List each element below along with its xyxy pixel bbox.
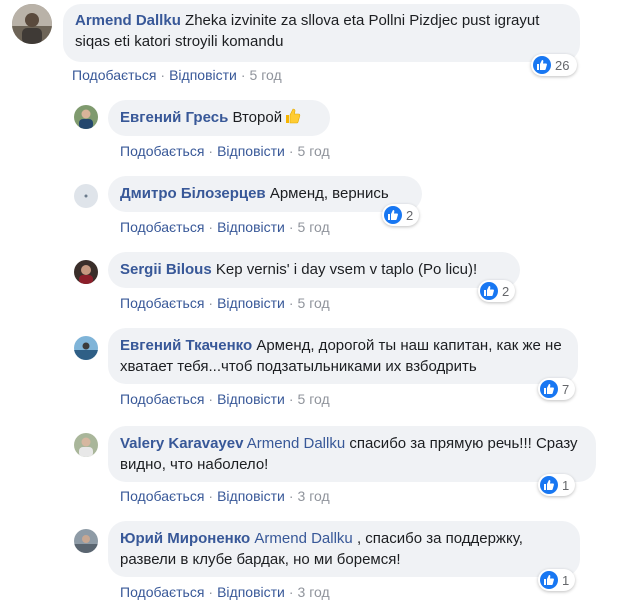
comment-bubble: Дмитро Білозерцев Арменд, вернись: [108, 176, 422, 212]
comment-author[interactable]: Armend Dallku: [75, 12, 181, 29]
reaction-count[interactable]: 26: [531, 54, 577, 76]
reply-link[interactable]: Відповісти: [217, 584, 285, 600]
comment: Sergii Bilous Kep vernis' i day vsem v t…: [0, 248, 619, 320]
separator: ·: [288, 295, 294, 311]
separator: ·: [208, 391, 214, 407]
comment-author[interactable]: Valery Karavayev: [120, 435, 243, 452]
reaction-count-value: 26: [555, 57, 570, 73]
timestamp[interactable]: 5 год: [298, 143, 330, 159]
avatar[interactable]: [74, 529, 98, 553]
reply-link[interactable]: Відповісти: [217, 219, 285, 235]
comment-bubble: Armend Dallku Zheka izvinite za sllova e…: [63, 4, 580, 62]
timestamp[interactable]: 5 год: [298, 219, 330, 235]
like-icon: [533, 56, 551, 74]
comment-actions: Подобається · Відповісти · 5 год: [72, 67, 282, 83]
avatar[interactable]: [74, 260, 98, 284]
avatar[interactable]: [74, 433, 98, 457]
reply-link[interactable]: Відповісти: [217, 391, 285, 407]
separator: ·: [208, 219, 214, 235]
comment: Юрий Мироненко Armend Dallku , спасибо з…: [0, 512, 619, 610]
avatar[interactable]: [74, 105, 98, 129]
separator: ·: [208, 584, 214, 600]
reply-link[interactable]: Відповісти: [217, 143, 285, 159]
reaction-count-value: 7: [562, 381, 570, 397]
reaction-count-value: 2: [406, 207, 414, 223]
timestamp[interactable]: 5 год: [298, 295, 330, 311]
comment-text: Kep vernis' i day vsem v taplo (Po licu)…: [215, 261, 478, 278]
separator: ·: [288, 488, 294, 504]
comment-actions: Подобається · Відповісти · 5 год: [120, 219, 330, 235]
like-link[interactable]: Подобається: [120, 143, 204, 159]
timestamp[interactable]: 3 год: [298, 488, 330, 504]
comment-author[interactable]: Sergii Bilous: [120, 261, 212, 278]
like-icon: [540, 380, 558, 398]
comment-actions: Подобається · Відповісти · 3 год: [120, 488, 330, 504]
comment-bubble: Евгений Ткаченко Арменд, дорогой ты наш …: [108, 328, 578, 384]
reaction-count-value: 1: [562, 572, 570, 588]
reaction-count[interactable]: 2: [478, 280, 515, 302]
comment: Евгений Ткаченко Арменд, дорогой ты наш …: [0, 324, 619, 414]
comment: Дмитро Білозерцев Арменд, вернись 2 Подо…: [0, 172, 619, 244]
comment-text: Второй: [232, 109, 283, 126]
thumbs-up-emoji-icon: [283, 107, 301, 125]
reaction-count[interactable]: 7: [538, 378, 575, 400]
reply-link[interactable]: Відповісти: [217, 295, 285, 311]
reply-link[interactable]: Відповісти: [169, 67, 237, 83]
comment-bubble: Valery Karavayev Armend Dallku спасибо з…: [108, 426, 596, 482]
separator: ·: [208, 143, 214, 159]
reaction-count[interactable]: 2: [382, 204, 419, 226]
separator: ·: [160, 67, 166, 83]
like-link[interactable]: Подобається: [120, 295, 204, 311]
like-link[interactable]: Подобається: [120, 219, 204, 235]
separator: ·: [288, 143, 294, 159]
comment-bubble: Sergii Bilous Kep vernis' i day vsem v t…: [108, 252, 520, 288]
reaction-count[interactable]: 1: [538, 474, 575, 496]
comment-actions: Подобається · Відповісти · 3 год: [120, 584, 330, 600]
avatar[interactable]: [74, 336, 98, 360]
comment-mention[interactable]: Armend Dallku: [254, 530, 352, 547]
comment-text: Арменд, вернись: [269, 185, 389, 202]
reaction-count-value: 2: [502, 283, 510, 299]
comment-actions: Подобається · Відповісти · 5 год: [120, 391, 330, 407]
avatar[interactable]: [12, 4, 52, 44]
separator: ·: [208, 488, 214, 504]
comment: Armend Dallku Zheka izvinite za sllova e…: [0, 0, 619, 90]
like-link[interactable]: Подобається: [120, 584, 204, 600]
comment-author[interactable]: Юрий Мироненко: [120, 530, 250, 547]
reply-link[interactable]: Відповісти: [217, 488, 285, 504]
reaction-count-value: 1: [562, 477, 570, 493]
comment-mention[interactable]: Armend Dallku: [247, 435, 345, 452]
comment-bubble: Юрий Мироненко Armend Dallku , спасибо з…: [108, 521, 580, 577]
like-icon: [540, 571, 558, 589]
reaction-count[interactable]: 1: [538, 569, 575, 591]
avatar[interactable]: [74, 184, 98, 208]
timestamp[interactable]: 3 год: [298, 584, 330, 600]
comment: Valery Karavayev Armend Dallku спасибо з…: [0, 420, 619, 512]
separator: ·: [288, 219, 294, 235]
like-icon: [480, 282, 498, 300]
like-link[interactable]: Подобається: [120, 391, 204, 407]
separator: ·: [288, 584, 294, 600]
comment-bubble: Евгений Гресь Второй: [108, 100, 330, 136]
comment-actions: Подобається · Відповісти · 5 год: [120, 143, 330, 159]
like-link[interactable]: Подобається: [72, 67, 156, 83]
timestamp[interactable]: 5 год: [298, 391, 330, 407]
timestamp[interactable]: 5 год: [250, 67, 282, 83]
comment: Евгений Гресь Второй Подобається · Відпові…: [0, 96, 619, 166]
separator: ·: [208, 295, 214, 311]
comment-author[interactable]: Дмитро Білозерцев: [120, 185, 266, 202]
comment-author[interactable]: Евгений Ткаченко: [120, 337, 252, 354]
separator: ·: [240, 67, 246, 83]
comment-actions: Подобається · Відповісти · 5 год: [120, 295, 330, 311]
like-link[interactable]: Подобається: [120, 488, 204, 504]
comment-author[interactable]: Евгений Гресь: [120, 109, 228, 126]
like-icon: [384, 206, 402, 224]
separator: ·: [288, 391, 294, 407]
like-icon: [540, 476, 558, 494]
